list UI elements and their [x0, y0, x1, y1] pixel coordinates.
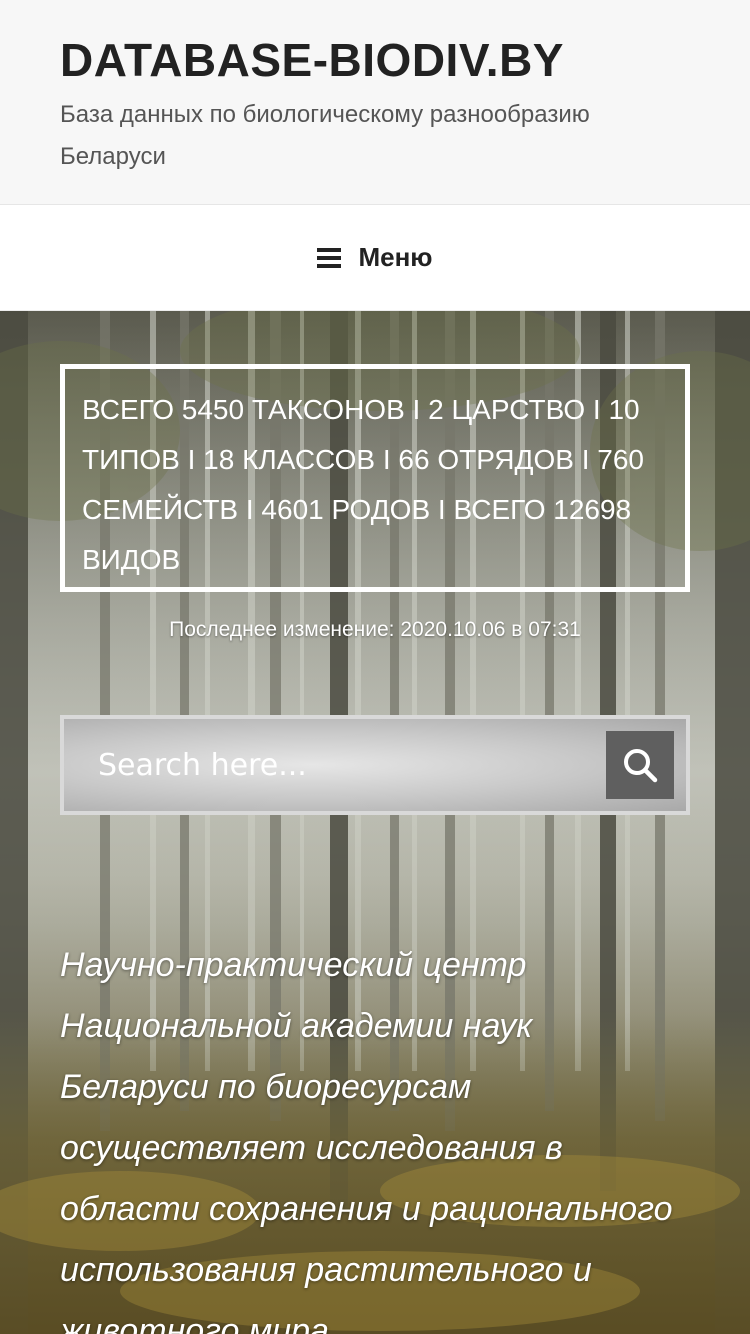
site-description: База данных по биологическому разнообраз…: [60, 101, 590, 170]
intro-text: Научно-практический центр Национальной а…: [60, 946, 673, 1334]
site-header: DATABASE-BIODIV.BY База данных по биолог…: [0, 0, 750, 205]
taxa-summary-text: ВСЕГО 5450 ТАКСОНОВ I 2 ЦАРСТВО I 10 ТИП…: [82, 394, 644, 575]
hamburger-icon: [317, 247, 342, 268]
menu-label: Меню: [358, 242, 433, 272]
last-modified-text: Последнее изменение: 2020.10.06 в 07:31: [169, 618, 581, 641]
search-form: [60, 715, 690, 815]
search-button[interactable]: [606, 731, 674, 799]
search-input[interactable]: [98, 737, 578, 793]
search-icon: [624, 749, 658, 783]
main-navigation: Меню: [0, 205, 750, 311]
menu-toggle-button[interactable]: Меню: [317, 242, 433, 273]
taxa-summary-box: ВСЕГО 5450 ТАКСОНОВ I 2 ЦАРСТВО I 10 ТИП…: [60, 364, 690, 592]
hero-section: ВСЕГО 5450 ТАКСОНОВ I 2 ЦАРСТВО I 10 ТИП…: [0, 311, 750, 1334]
site-title[interactable]: DATABASE-BIODIV.BY: [60, 34, 690, 86]
